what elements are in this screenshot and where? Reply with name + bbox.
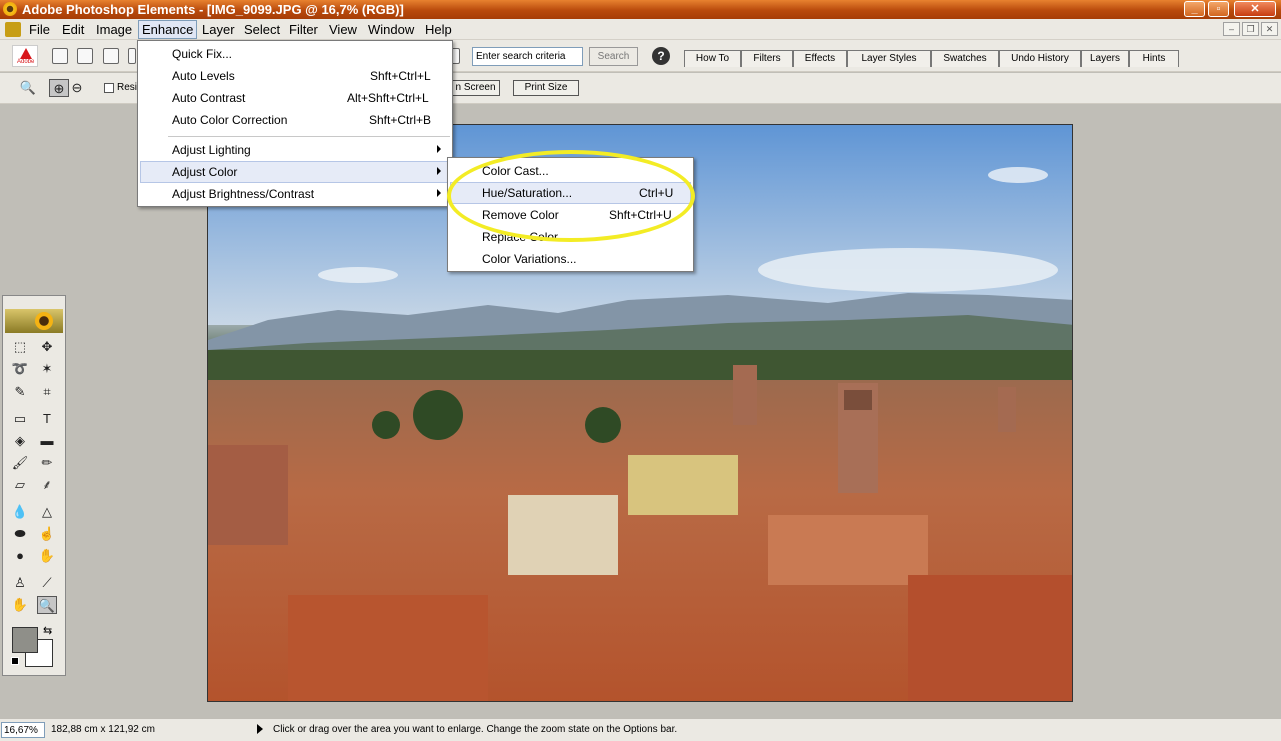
document-icon[interactable]: [5, 22, 21, 37]
selection-brush-tool-icon[interactable]: ✎: [10, 383, 30, 401]
clone-stamp-tool-icon[interactable]: ♙: [10, 574, 30, 592]
shape-tool-icon[interactable]: ▭: [10, 410, 30, 428]
zoom-level-field[interactable]: 16,67%: [1, 722, 45, 738]
tab-undo-history[interactable]: Undo History: [999, 50, 1081, 67]
resize-windows-checkbox[interactable]: [104, 83, 114, 93]
save-icon[interactable]: [103, 48, 119, 64]
sharpen-tool-icon[interactable]: △: [37, 503, 57, 521]
close-button[interactable]: ✕: [1234, 1, 1276, 17]
tab-swatches[interactable]: Swatches: [931, 50, 999, 67]
search-input[interactable]: Enter search criteria: [472, 47, 583, 66]
palette-well: How To Filters Effects Layer Styles Swat…: [681, 45, 1281, 68]
enhance-menu: Quick Fix... Auto Levels Shft+Ctrl+L Aut…: [137, 40, 453, 207]
menu-item-quick-fix[interactable]: Quick Fix...: [138, 43, 452, 65]
menu-edit[interactable]: Edit: [59, 22, 87, 37]
hand-tool-icon[interactable]: ✋: [10, 596, 30, 614]
sponge-tool-icon[interactable]: ⬬: [10, 525, 30, 543]
print-icon[interactable]: [128, 48, 136, 64]
menu-enhance[interactable]: Enhance: [138, 20, 198, 39]
eyedropper-tool-icon[interactable]: ⟋: [37, 574, 57, 592]
status-bar: 16,67% 182,88 cm x 121,92 cm Click or dr…: [0, 718, 1281, 741]
zoom-tool-icon[interactable]: 🔍: [18, 79, 38, 97]
menu-image[interactable]: Image: [93, 22, 135, 37]
foreground-color-swatch[interactable]: [12, 627, 38, 653]
print-size-button[interactable]: Print Size: [513, 80, 579, 96]
lasso-tool-icon[interactable]: ➰: [10, 360, 30, 378]
toolbox-header-logo: [5, 309, 63, 333]
menu-item-color-variations[interactable]: Color Variations...: [448, 248, 693, 270]
swap-colors-icon[interactable]: ⇆: [43, 624, 52, 637]
document-size: 182,88 cm x 121,92 cm: [51, 724, 155, 735]
tab-hints[interactable]: Hints: [1129, 50, 1179, 67]
menu-layer[interactable]: Layer: [199, 22, 238, 37]
brush-tool-icon[interactable]: 🖌: [10, 454, 30, 472]
menu-item-adjust-brightness-contrast[interactable]: Adjust Brightness/Contrast: [138, 183, 452, 205]
menu-filter[interactable]: Filter: [286, 22, 321, 37]
app-icon: [3, 2, 17, 16]
status-menu-arrow-icon[interactable]: [257, 724, 263, 734]
open-file-icon[interactable]: [77, 48, 93, 64]
menu-window[interactable]: Window: [365, 22, 417, 37]
menu-select[interactable]: Select: [241, 22, 283, 37]
help-icon[interactable]: ?: [652, 47, 670, 65]
menu-item-auto-color-correction[interactable]: Auto Color Correction Shft+Ctrl+B: [138, 109, 452, 131]
menu-item-adjust-lighting[interactable]: Adjust Lighting: [138, 139, 452, 161]
tab-layer-styles[interactable]: Layer Styles: [847, 50, 931, 67]
adobe-logo[interactable]: Adobe: [12, 45, 38, 67]
minimize-button[interactable]: _: [1184, 1, 1205, 17]
crop-tool-icon[interactable]: ⌗: [37, 383, 57, 401]
pencil-tool-icon[interactable]: ✏: [37, 454, 57, 472]
status-hint: Click or drag over the area you want to …: [273, 724, 678, 735]
doc-minimize-button[interactable]: –: [1223, 22, 1240, 36]
menu-help[interactable]: Help: [422, 22, 455, 37]
menu-item-adjust-color[interactable]: Adjust Color: [140, 161, 450, 183]
blur-tool-icon[interactable]: 💧: [10, 503, 30, 521]
menu-item-auto-levels[interactable]: Auto Levels Shft+Ctrl+L: [138, 65, 452, 87]
tab-how-to[interactable]: How To: [684, 50, 741, 67]
zoom-out-icon[interactable]: ⊖: [67, 79, 87, 97]
eraser-tool-icon[interactable]: ▱: [10, 476, 30, 494]
menu-separator: [168, 136, 450, 137]
new-file-icon[interactable]: [52, 48, 68, 64]
dodge-tool-icon[interactable]: ●: [10, 547, 30, 565]
doc-close-button[interactable]: ✕: [1261, 22, 1278, 36]
title-bar: Adobe Photoshop Elements - [IMG_9099.JPG…: [0, 0, 1281, 19]
menu-view[interactable]: View: [326, 22, 360, 37]
window-title: Adobe Photoshop Elements - [IMG_9099.JPG…: [22, 2, 404, 17]
zoom-tool-icon[interactable]: 🔍: [37, 596, 57, 614]
search-button[interactable]: Search: [589, 47, 638, 66]
zoom-in-icon[interactable]: ⊕: [49, 79, 69, 97]
marquee-tool-icon[interactable]: ⬚: [10, 338, 30, 356]
resize-windows-label: Resi: [117, 82, 138, 93]
doc-restore-button[interactable]: ❐: [1242, 22, 1259, 36]
submenu-arrow-icon: [437, 167, 441, 175]
burn-tool-icon[interactable]: ✋: [37, 547, 57, 565]
tab-effects[interactable]: Effects: [793, 50, 847, 67]
impressionist-brush-tool-icon[interactable]: ⸙: [37, 476, 57, 494]
submenu-arrow-icon: [437, 189, 441, 197]
menu-item-auto-contrast[interactable]: Auto Contrast Alt+Shft+Ctrl+L: [138, 87, 452, 109]
smudge-tool-icon[interactable]: ☝: [37, 525, 57, 543]
magic-wand-tool-icon[interactable]: ✶: [37, 360, 57, 378]
menu-bar: File Edit Image Enhance Layer Select Fil…: [0, 19, 1281, 40]
move-tool-icon[interactable]: ✥: [37, 338, 57, 356]
gradient-tool-icon[interactable]: ▬: [37, 432, 57, 450]
type-tool-icon[interactable]: T: [37, 410, 57, 428]
paint-bucket-tool-icon[interactable]: ◈: [10, 432, 30, 450]
menu-file[interactable]: File: [26, 22, 53, 37]
default-colors-icon[interactable]: [11, 657, 19, 665]
tab-layers[interactable]: Layers: [1081, 50, 1129, 67]
submenu-arrow-icon: [437, 145, 441, 153]
maximize-button[interactable]: ▫: [1208, 1, 1229, 17]
tab-filters[interactable]: Filters: [741, 50, 793, 67]
highlight-ellipse: [447, 150, 695, 242]
toolbox: ⬚ ✥ ➰ ✶ ✎ ⌗ ▭ T ◈ ▬ 🖌 ✏ ▱ ⸙ 💧 △ ⬬ ☝ ● ✋ …: [2, 295, 66, 676]
fit-on-screen-button[interactable]: n Screen: [452, 80, 500, 96]
